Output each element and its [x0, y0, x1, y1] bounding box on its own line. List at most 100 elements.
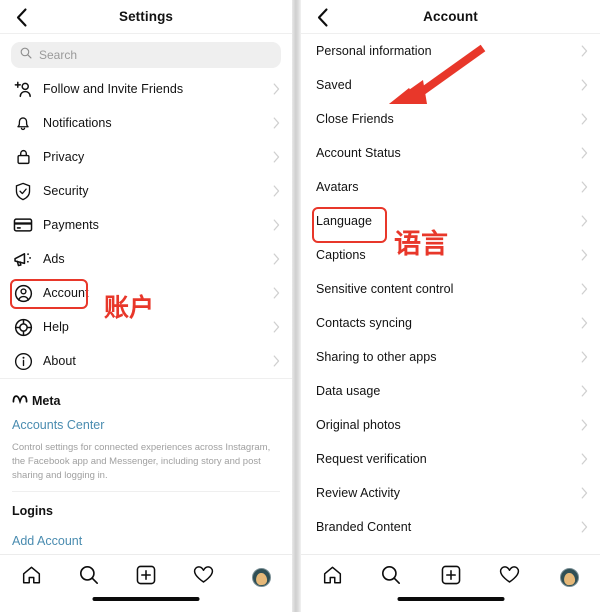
sidebar-item-notifications[interactable]: Notifications	[0, 106, 292, 140]
back-button[interactable]	[10, 6, 32, 28]
bottom-tab-bar	[301, 554, 600, 612]
tab-profile[interactable]	[244, 562, 278, 592]
plus-square-icon	[136, 565, 156, 590]
search-input[interactable]: Search	[11, 42, 281, 68]
back-button[interactable]	[311, 6, 333, 28]
sidebar-item-privacy[interactable]: Privacy	[0, 140, 292, 174]
account-item-label: Language	[316, 214, 373, 228]
chevron-right-icon	[576, 249, 588, 261]
megaphone-icon	[12, 248, 34, 270]
account-item-sharing-to-other-apps[interactable]: Sharing to other apps	[301, 340, 600, 374]
sidebar-item-label: Help	[43, 320, 69, 334]
avatar	[251, 567, 271, 587]
account-item-label: Avatars	[316, 180, 359, 194]
search-icon	[381, 565, 401, 590]
accounts-center-link[interactable]: Accounts Center	[12, 418, 280, 432]
sidebar-item-label: Privacy	[43, 150, 85, 164]
tab-activity[interactable]	[187, 562, 221, 592]
home-icon	[322, 565, 343, 590]
account-item-sensitive-content-control[interactable]: Sensitive content control	[301, 272, 600, 306]
chevron-right-icon	[576, 521, 588, 533]
account-item-close-friends[interactable]: Close Friends	[301, 102, 600, 136]
chevron-right-icon	[268, 83, 280, 95]
account-item-saved[interactable]: Saved	[301, 68, 600, 102]
bell-icon	[12, 112, 34, 134]
avatar	[559, 567, 579, 587]
account-item-label: Data usage	[316, 384, 381, 398]
sidebar-item-label: Follow and Invite Friends	[43, 82, 184, 96]
heart-icon	[499, 565, 520, 589]
account-item-personal-information[interactable]: Personal information	[301, 34, 600, 68]
tab-create[interactable]	[434, 562, 468, 592]
account-item-contacts-syncing[interactable]: Contacts syncing	[301, 306, 600, 340]
screen-divider	[292, 0, 301, 612]
sidebar-item-payments[interactable]: Payments	[0, 208, 292, 242]
settings-list: Follow and Invite Friends Notifications	[0, 72, 292, 378]
chevron-right-icon	[576, 79, 588, 91]
tab-list	[0, 555, 292, 595]
page-title: Account	[423, 9, 478, 24]
lock-icon	[12, 146, 34, 168]
meta-section: Meta Accounts Center Control settings fo…	[0, 385, 292, 482]
chevron-left-icon	[317, 7, 328, 27]
account-item-label: Branded Content	[316, 520, 412, 534]
account-item-label: Contacts syncing	[316, 316, 412, 330]
account-item-data-usage[interactable]: Data usage	[301, 374, 600, 408]
chevron-right-icon	[576, 45, 588, 57]
tab-search[interactable]	[374, 562, 408, 592]
chevron-right-icon	[576, 215, 588, 227]
sidebar-item-label: About	[43, 354, 76, 368]
account-item-branded-content[interactable]: Branded Content	[301, 510, 600, 544]
meta-infinity-icon	[12, 392, 28, 410]
settings-header: Settings	[0, 0, 292, 34]
chevron-right-icon	[268, 219, 280, 231]
search-icon	[79, 565, 99, 590]
chevron-right-icon	[268, 151, 280, 163]
account-circle-icon	[12, 282, 34, 304]
account-item-request-verification[interactable]: Request verification	[301, 442, 600, 476]
tab-activity[interactable]	[493, 562, 527, 592]
search-icon	[20, 46, 32, 64]
chevron-right-icon	[576, 385, 588, 397]
account-item-avatars[interactable]: Avatars	[301, 170, 600, 204]
account-item-captions[interactable]: Captions	[301, 238, 600, 272]
account-item-label: Account Status	[316, 146, 401, 160]
add-account-link[interactable]: Add Account	[0, 518, 292, 548]
search-placeholder: Search	[39, 48, 78, 62]
account-item-account-status[interactable]: Account Status	[301, 136, 600, 170]
sidebar-item-about[interactable]: About	[0, 344, 292, 378]
plus-square-icon	[441, 565, 461, 590]
tab-home[interactable]	[315, 562, 349, 592]
chevron-right-icon	[268, 355, 280, 367]
search-container: Search	[0, 34, 292, 72]
account-list: Personal information Saved Close Friends Ac…	[301, 34, 600, 544]
account-item-language[interactable]: Language	[301, 204, 600, 238]
sidebar-item-ads[interactable]: Ads	[0, 242, 292, 276]
account-header: Account	[301, 0, 600, 34]
sidebar-item-security[interactable]: Security	[0, 174, 292, 208]
chevron-right-icon	[268, 253, 280, 265]
tab-create[interactable]	[129, 562, 163, 592]
tab-profile[interactable]	[552, 562, 586, 592]
sidebar-item-label: Payments	[43, 218, 99, 232]
sidebar-item-label: Security	[43, 184, 89, 198]
dual-screenshot-comparison: Settings Search Follow and Invite Friend…	[0, 0, 600, 612]
sidebar-item-label: Ads	[43, 252, 65, 266]
tab-home[interactable]	[14, 562, 48, 592]
tab-search[interactable]	[72, 562, 106, 592]
account-item-label: Close Friends	[316, 112, 394, 126]
account-item-review-activity[interactable]: Review Activity	[301, 476, 600, 510]
sidebar-item-follow-and-invite-friends[interactable]: Follow and Invite Friends	[0, 72, 292, 106]
account-item-original-photos[interactable]: Original photos	[301, 408, 600, 442]
tab-list	[301, 555, 600, 595]
credit-card-icon	[12, 214, 34, 236]
sidebar-item-account[interactable]: Account	[0, 276, 292, 310]
account-item-label: Sharing to other apps	[316, 350, 437, 364]
account-item-label: Captions	[316, 248, 366, 262]
chevron-right-icon	[576, 181, 588, 193]
account-screen: Account Personal information Saved Close F…	[301, 0, 600, 612]
heart-icon	[193, 565, 214, 589]
chevron-right-icon	[576, 147, 588, 159]
chevron-right-icon	[576, 113, 588, 125]
sidebar-item-help[interactable]: Help	[0, 310, 292, 344]
